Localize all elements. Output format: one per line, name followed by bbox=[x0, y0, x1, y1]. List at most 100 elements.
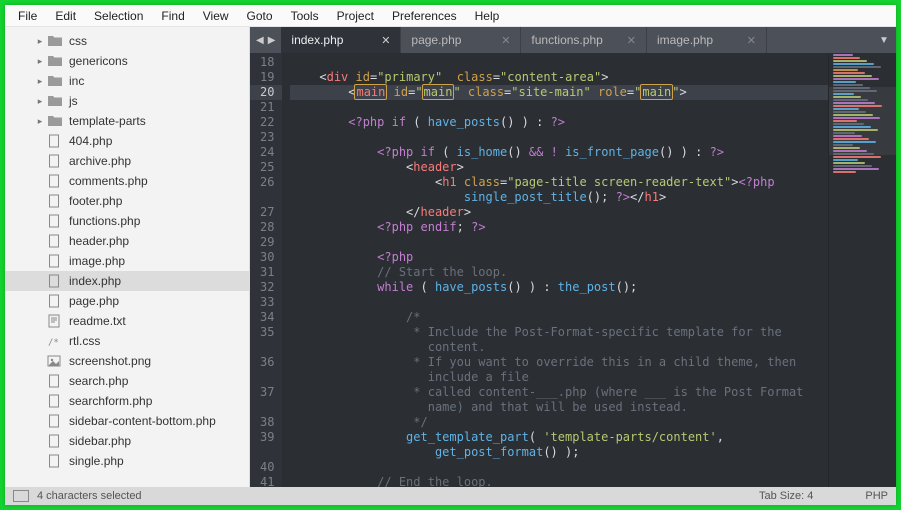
tab-next-icon[interactable]: ▶ bbox=[268, 35, 276, 46]
file-404-php[interactable]: 404.php bbox=[5, 131, 249, 151]
code-line[interactable]: <header> bbox=[290, 160, 896, 175]
menu-preferences[interactable]: Preferences bbox=[383, 7, 466, 25]
close-icon[interactable]: ✕ bbox=[501, 34, 510, 47]
code-line[interactable]: // End the loop. bbox=[290, 475, 896, 487]
minimap-line bbox=[833, 159, 858, 161]
file-rtl-css[interactable]: /*rtl.css bbox=[5, 331, 249, 351]
file-image-php[interactable]: image.php bbox=[5, 251, 249, 271]
code-line[interactable]: <div id="primary" class="content-area"> bbox=[290, 70, 896, 85]
code-line[interactable]: * Include the Post-Format-specific templ… bbox=[290, 325, 896, 340]
menu-edit[interactable]: Edit bbox=[46, 7, 85, 25]
file-sidebar-content-bottom-php[interactable]: sidebar-content-bottom.php bbox=[5, 411, 249, 431]
file-header-php[interactable]: header.php bbox=[5, 231, 249, 251]
minimap[interactable] bbox=[828, 53, 896, 487]
code-line[interactable]: <main id="main" class="site-main" role="… bbox=[290, 85, 896, 100]
tab-functions-php[interactable]: functions.php✕ bbox=[521, 27, 647, 53]
code-line[interactable]: get_template_part( 'template-parts/conte… bbox=[290, 430, 896, 445]
minimap-line bbox=[833, 120, 857, 122]
file-functions-php[interactable]: functions.php bbox=[5, 211, 249, 231]
tab-image-php[interactable]: image.php ✕ bbox=[647, 27, 767, 53]
file-readme-txt[interactable]: readme.txt bbox=[5, 311, 249, 331]
disclosure-icon[interactable]: ▸ bbox=[35, 36, 45, 47]
minimap-line bbox=[833, 57, 860, 59]
status-language[interactable]: PHP bbox=[865, 490, 888, 502]
disclosure-icon[interactable]: ▸ bbox=[35, 116, 45, 127]
code-area[interactable]: 1819202122232425262728293031323334353637… bbox=[250, 53, 896, 487]
file-searchform-php[interactable]: searchform.php bbox=[5, 391, 249, 411]
code-line[interactable]: <?php endif; ?> bbox=[290, 220, 896, 235]
tab-menu-button[interactable]: ▼ bbox=[872, 27, 896, 53]
code-line[interactable]: <?php bbox=[290, 250, 896, 265]
menu-file[interactable]: File bbox=[9, 7, 46, 25]
code-line[interactable]: include a file bbox=[290, 370, 896, 385]
menu-goto[interactable]: Goto bbox=[238, 7, 282, 25]
disclosure-icon[interactable]: ▸ bbox=[35, 56, 45, 67]
file-screenshot-png[interactable]: screenshot.png bbox=[5, 351, 249, 371]
code-line[interactable] bbox=[290, 130, 896, 145]
folder-genericons[interactable]: ▸genericons bbox=[5, 51, 249, 71]
code-line[interactable]: name) and that will be used instead. bbox=[290, 400, 896, 415]
menu-project[interactable]: Project bbox=[328, 7, 383, 25]
file-sidebar-php[interactable]: sidebar.php bbox=[5, 431, 249, 451]
tab-index-php[interactable]: index.php✕ bbox=[281, 27, 401, 53]
code-line[interactable] bbox=[290, 55, 896, 70]
sidebar[interactable]: ▸css▸genericons▸inc▸js▸template-parts404… bbox=[5, 27, 250, 487]
code-line[interactable]: * If you want to override this in a chil… bbox=[290, 355, 896, 370]
line-number: 26 bbox=[260, 175, 274, 190]
file-page-php[interactable]: page.php bbox=[5, 291, 249, 311]
line-number: 19 bbox=[260, 70, 274, 85]
code-line[interactable]: single_post_title(); ?></h1> bbox=[290, 190, 896, 205]
code-line[interactable]: <h1 class="page-title screen-reader-text… bbox=[290, 175, 896, 190]
folder-template-parts[interactable]: ▸template-parts bbox=[5, 111, 249, 131]
tree-label: inc bbox=[69, 74, 84, 88]
folder-inc[interactable]: ▸ inc bbox=[5, 71, 249, 91]
menu-tools[interactable]: Tools bbox=[282, 7, 328, 25]
disclosure-icon[interactable]: ▸ bbox=[35, 96, 45, 107]
code-line[interactable]: <?php if ( have_posts() ) : ?> bbox=[290, 115, 896, 130]
code-line[interactable]: content. bbox=[290, 340, 896, 355]
file-footer-php[interactable]: footer.php bbox=[5, 191, 249, 211]
menu-help[interactable]: Help bbox=[466, 7, 509, 25]
code-line[interactable] bbox=[290, 100, 896, 115]
file-search-php[interactable]: search.php bbox=[5, 371, 249, 391]
folder-css[interactable]: ▸css bbox=[5, 31, 249, 51]
code-line[interactable]: /* bbox=[290, 310, 896, 325]
close-icon[interactable]: ✕ bbox=[627, 34, 636, 47]
code-line[interactable]: <?php if ( is_home() && ! is_front_page(… bbox=[290, 145, 896, 160]
tab-prev-icon[interactable]: ◀ bbox=[256, 35, 264, 46]
file-index-php[interactable]: index.php bbox=[5, 271, 249, 291]
close-icon[interactable]: ✕ bbox=[747, 34, 756, 47]
tab-label: image.php bbox=[657, 33, 713, 47]
code-line[interactable]: */ bbox=[290, 415, 896, 430]
code-line[interactable]: get_post_format() ); bbox=[290, 445, 896, 460]
file-archive-php[interactable]: archive.php bbox=[5, 151, 249, 171]
code-content[interactable]: <div id="primary" class="content-area"> … bbox=[282, 53, 896, 487]
menu-selection[interactable]: Selection bbox=[85, 7, 152, 25]
close-icon[interactable]: ✕ bbox=[381, 34, 390, 47]
file-comments-php[interactable]: comments.php bbox=[5, 171, 249, 191]
tab-nav-arrows[interactable]: ◀ ▶ bbox=[250, 27, 281, 53]
file-icon bbox=[47, 154, 63, 168]
code-line[interactable] bbox=[290, 235, 896, 250]
status-tab-size[interactable]: Tab Size: 4 bbox=[759, 490, 813, 502]
file-single-php[interactable]: single.php bbox=[5, 451, 249, 471]
line-number: 36 bbox=[260, 355, 274, 370]
code-line[interactable]: while ( have_posts() ) : the_post(); bbox=[290, 280, 896, 295]
menu-view[interactable]: View bbox=[194, 7, 238, 25]
file-icon bbox=[47, 214, 63, 228]
code-line[interactable]: * called content-___.php (where ___ is t… bbox=[290, 385, 896, 400]
status-panel-icon[interactable] bbox=[13, 490, 29, 502]
code-line[interactable]: // Start the loop. bbox=[290, 265, 896, 280]
code-line[interactable] bbox=[290, 295, 896, 310]
body-split: ▸css▸genericons▸inc▸js▸template-parts404… bbox=[5, 27, 896, 487]
code-line[interactable] bbox=[290, 460, 896, 475]
status-selection: 4 characters selected bbox=[37, 490, 142, 502]
disclosure-icon[interactable]: ▸ bbox=[35, 76, 45, 87]
tab-page-php[interactable]: page.php✕ bbox=[401, 27, 521, 53]
folder-js[interactable]: ▸js bbox=[5, 91, 249, 111]
code-line[interactable]: </header> bbox=[290, 205, 896, 220]
line-number: 31 bbox=[260, 265, 274, 280]
menu-find[interactable]: Find bbox=[152, 7, 193, 25]
line-number: 33 bbox=[260, 295, 274, 310]
tabbar: ◀ ▶ index.php✕page.php✕functions.php✕ima… bbox=[250, 27, 896, 53]
